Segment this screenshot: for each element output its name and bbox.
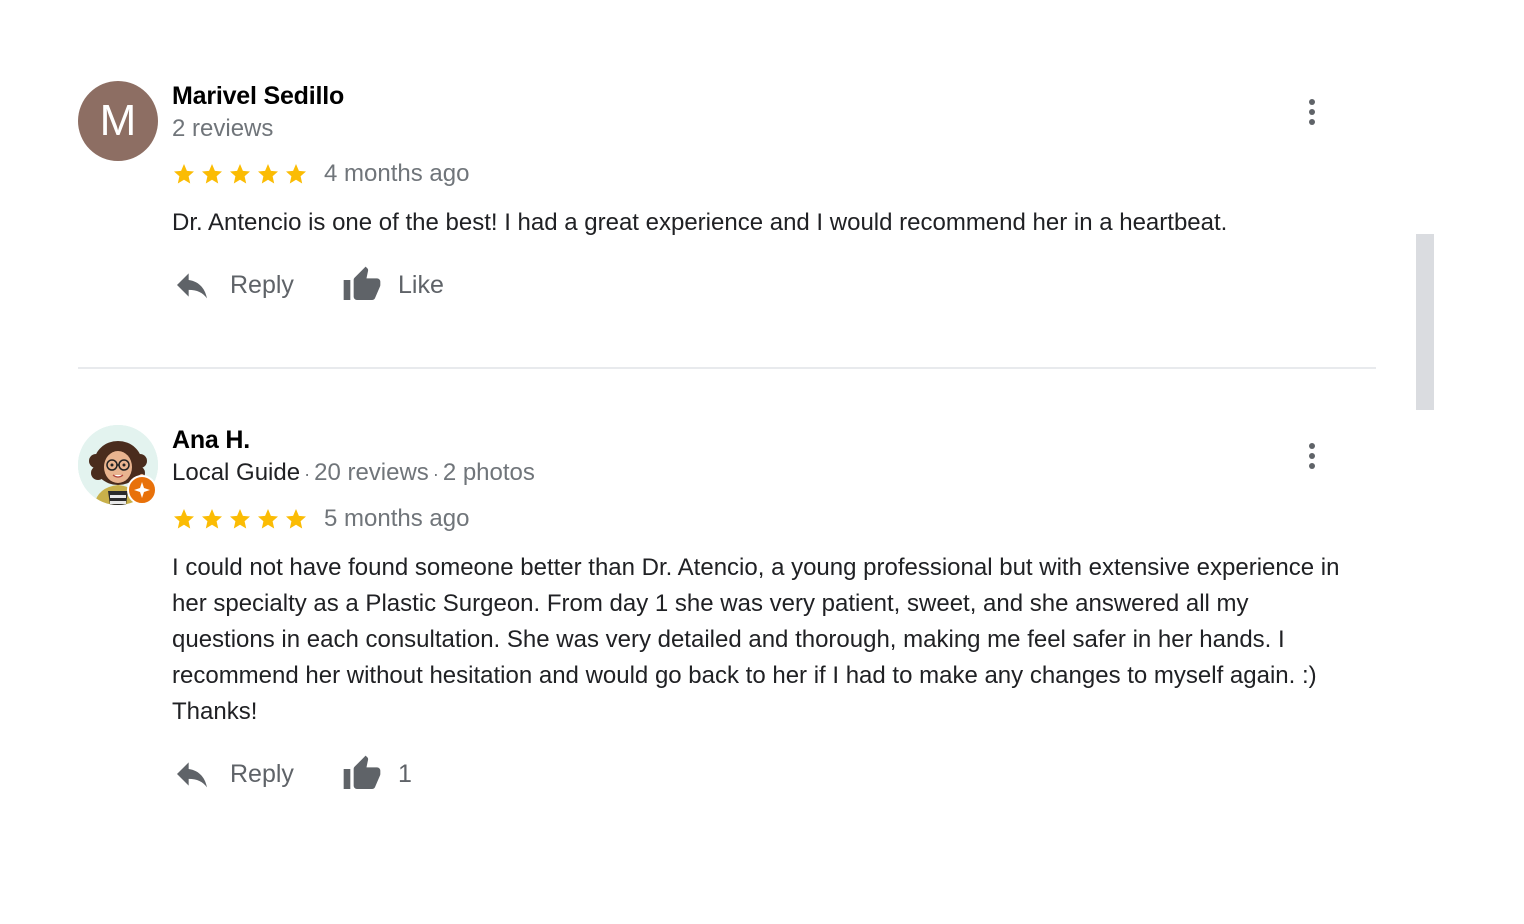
reply-label: Reply [230, 270, 294, 299]
meta-separator: · [304, 464, 311, 484]
review-text: Dr. Antencio is one of the best! I had a… [172, 209, 1228, 236]
divider [78, 367, 1376, 369]
review-actions: Reply Like [172, 263, 1372, 307]
star-icon [230, 164, 250, 184]
local-guide-label[interactable]: Local Guide [172, 459, 300, 486]
author-name[interactable]: Ana H. [172, 425, 1372, 455]
reviews-page: M Marivel Sedillo 2 reviews 4 months ago… [0, 0, 1524, 924]
reply-icon [177, 273, 207, 299]
star-icon [174, 164, 194, 184]
reply-button[interactable]: Reply [172, 265, 342, 305]
more-vert-icon [1298, 443, 1326, 469]
author-meta: Local Guide · 20 reviews · 2 photos [172, 458, 1372, 489]
photos-count[interactable]: 2 photos [443, 459, 535, 486]
author-name[interactable]: Marivel Sedillo [172, 81, 1372, 111]
like-label: Like [398, 270, 444, 299]
review-date: 4 months ago [324, 160, 470, 187]
star-icon [230, 509, 250, 529]
star-icon [174, 509, 194, 529]
review-text: I could not have found someone better th… [172, 554, 1340, 725]
like-button[interactable]: Like [342, 265, 444, 305]
reviews-count[interactable]: 20 reviews [314, 459, 429, 486]
more-vert-icon [1298, 99, 1326, 125]
avatar[interactable] [78, 425, 158, 505]
avatar[interactable]: M [78, 81, 158, 161]
review-actions: Reply 1 [172, 752, 1372, 796]
meta-separator: · [432, 464, 439, 484]
star-icon [202, 164, 222, 184]
more-options-button[interactable] [1298, 439, 1326, 479]
review-content: Ana H. Local Guide · 20 reviews · 2 photos 5… [172, 425, 1372, 796]
star-icon [258, 509, 278, 529]
reviews-count[interactable]: 2 reviews [172, 115, 273, 142]
star-icon [258, 164, 278, 184]
reply-icon [177, 762, 207, 788]
avatar-letter: M [99, 96, 137, 145]
reply-button[interactable]: Reply [172, 754, 342, 794]
thumbs-up-icon [343, 755, 381, 789]
review-date: 5 months ago [324, 505, 470, 532]
star-icon [286, 164, 306, 184]
star-badge-icon [134, 482, 150, 498]
star-rating [172, 507, 308, 531]
reply-label: Reply [230, 759, 294, 788]
star-icon [202, 509, 222, 529]
rating-row: 5 months ago [172, 504, 1372, 534]
star-rating [172, 162, 308, 186]
scrollbar-thumb[interactable] [1416, 234, 1434, 410]
rating-row: 4 months ago [172, 159, 1372, 189]
more-options-button[interactable] [1298, 95, 1326, 135]
thumbs-up-icon [343, 266, 381, 300]
local-guide-badge [127, 475, 157, 505]
review-content: Marivel Sedillo 2 reviews 4 months ago D… [172, 81, 1372, 307]
like-count: 1 [398, 759, 412, 788]
like-button[interactable]: 1 [342, 754, 412, 794]
star-icon [286, 509, 306, 529]
author-meta: 2 reviews [172, 114, 1372, 144]
